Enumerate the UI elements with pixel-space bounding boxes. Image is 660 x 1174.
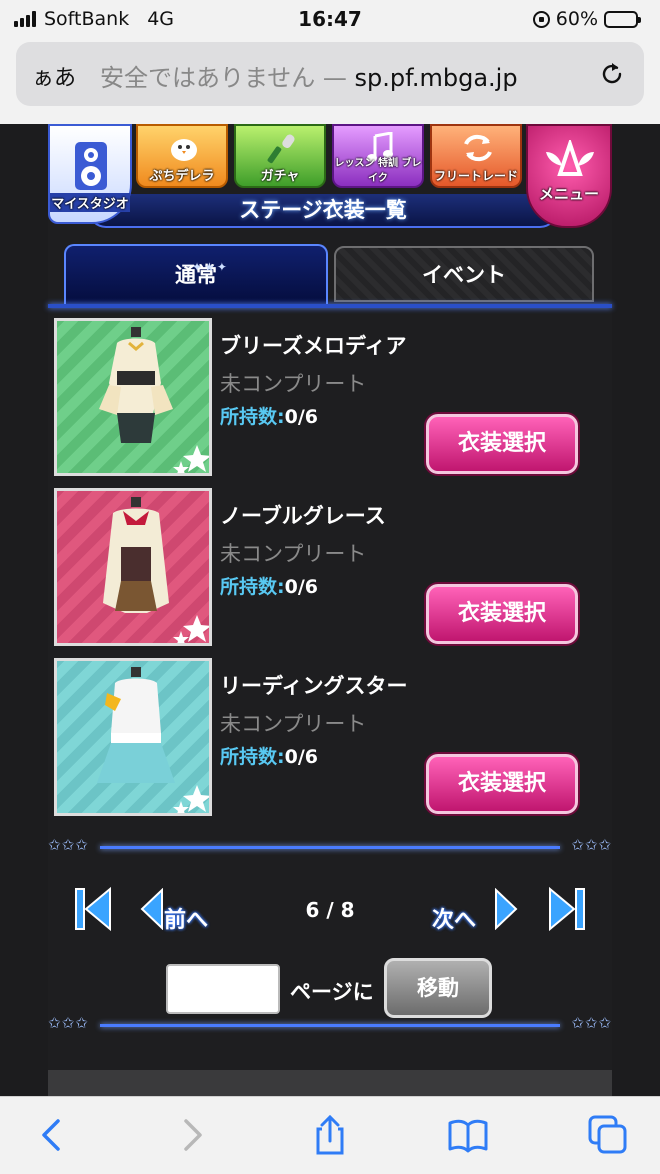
trade-arrows-icon [464,134,492,162]
star-divider: ✩✩✩ ✩✩✩ [48,1014,612,1036]
owned-label: 所持数: [220,746,285,768]
dress-icon [103,497,209,643]
tab-underline [48,304,612,308]
page-jump-label: ページに [290,980,374,1004]
list-item: ブリーズメロディア 未コンプリート 所持数:0/6 衣装選択 [54,318,610,478]
costume-thumbnail[interactable] [54,658,212,816]
nav-my-studio[interactable]: マイスタジオ [48,124,132,224]
costume-thumbnail[interactable] [54,488,212,646]
browser-toolbar [0,1096,660,1174]
nav-label: マイスタジオ [50,193,130,212]
tab-event-label: イベント [422,263,506,287]
costume-name: リーディングスター [220,674,408,698]
reload-icon[interactable] [598,60,626,88]
url-domain: sp.pf.mbga.jp [354,64,518,92]
share-icon[interactable] [308,1113,352,1157]
arrow-right-icon [495,888,518,930]
nav-gacha[interactable]: ガチャ [234,124,326,188]
top-navigation: ステージ衣装一覧 マイスタジオ ぷちデレラ ガチャ レッスン 特訓 ブレイク フ… [48,124,612,234]
forward-icon[interactable] [170,1113,214,1157]
costume-status: 未コンプリート [220,712,367,736]
dress-icon [99,327,209,473]
stars-decoration: ✩✩✩ [571,1014,612,1032]
page-indicator: 6 / 8 [305,898,355,922]
nav-label: フリートレード [433,169,518,183]
nav-label: ぷちデレラ [149,169,215,184]
page-jump: ページに 移動 [48,950,612,1018]
back-icon[interactable] [30,1113,74,1157]
bookmarks-icon[interactable] [446,1113,490,1157]
costume-select-button[interactable]: 衣装選択 [426,414,578,474]
costume-name: ノーブルグレース [220,504,386,528]
page-number-input[interactable] [166,964,280,1014]
owned-value: 0/6 [284,576,318,598]
winged-logo-icon [546,140,594,176]
next-label: 次へ [432,908,477,933]
microphone-icon [267,134,295,164]
address-bar[interactable]: ぁあ 安全ではありません — sp.pf.mbga.jp [16,42,644,106]
game-viewport: ステージ衣装一覧 マイスタジオ ぷちデレラ ガチャ レッスン 特訓 ブレイク フ… [0,124,660,1096]
nav-label: ガチャ [260,169,300,184]
url-text[interactable]: 安全ではありません — sp.pf.mbga.jp [100,58,570,93]
list-item: リーディングスター 未コンプリート 所持数:0/6 衣装選択 [54,658,610,818]
status-right: 60% [532,8,641,30]
nav-label: レッスン 特訓 ブレイク [334,158,422,184]
tab-event[interactable]: イベント [334,246,594,302]
nav-free-trade[interactable]: フリートレード [430,124,522,188]
divider-line [100,846,560,849]
owned-label: 所持数: [220,406,285,428]
costume-select-button[interactable]: 衣装選択 [426,584,578,644]
nav-label: メニュー [538,185,599,203]
costume-name: ブリーズメロディア [220,334,407,358]
costume-select-button[interactable]: 衣装選択 [426,754,578,814]
bird-icon [171,139,197,161]
divider-line [100,1024,560,1027]
speaker-icon [75,142,107,190]
tab-stars-decoration: ✦★✦ [192,260,229,274]
battery-icon [604,10,641,28]
owned-count: 所持数:0/6 [220,402,318,429]
nav-lesson[interactable]: レッスン 特訓 ブレイク [332,124,424,188]
stars-decoration: ✩✩✩ [571,836,612,854]
battery-percent: 60% [555,8,598,30]
tab-bar: ✦★✦ 通常 イベント [48,244,612,308]
status-bar: SoftBank 4G 16:47 60% [0,0,660,38]
move-button[interactable]: 移動 [384,958,492,1018]
text-size-button[interactable]: ぁあ [32,60,76,92]
costume-status: 未コンプリート [220,542,367,566]
costume-thumbnail[interactable] [54,318,212,476]
costume-status: 未コンプリート [220,372,367,396]
tab-normal[interactable]: ✦★✦ 通常 [64,244,328,304]
stars-decoration: ✩✩✩ [48,1014,89,1032]
next-page-button[interactable]: 次へ [432,886,524,933]
url-security-warning: 安全ではありません — [100,64,355,92]
tabs-icon[interactable] [586,1113,630,1157]
game-content: ステージ衣装一覧 マイスタジオ ぷちデレラ ガチャ レッスン 特訓 ブレイク フ… [48,124,612,1096]
pagination: 前へ 6 / 8 次へ [48,876,612,940]
rotation-lock-icon [532,10,550,28]
nav-puchiderera[interactable]: ぷちデレラ [136,124,228,188]
footer-panel [48,1070,612,1096]
owned-value: 0/6 [284,406,318,428]
star-divider: ✩✩✩ ✩✩✩ [48,836,612,858]
owned-value: 0/6 [284,746,318,768]
stars-decoration: ✩✩✩ [48,836,89,854]
owned-count: 所持数:0/6 [220,572,318,599]
owned-count: 所持数:0/6 [220,742,318,769]
browser-address-area: ぁあ 安全ではありません — sp.pf.mbga.jp [0,38,660,124]
page-title: ステージ衣装一覧 [239,198,407,222]
list-item: ノーブルグレース 未コンプリート 所持数:0/6 衣装選択 [54,488,610,648]
owned-label: 所持数: [220,576,285,598]
dress-icon [97,667,209,813]
last-page-icon[interactable] [546,886,586,932]
nav-menu[interactable]: メニュー [526,124,612,228]
